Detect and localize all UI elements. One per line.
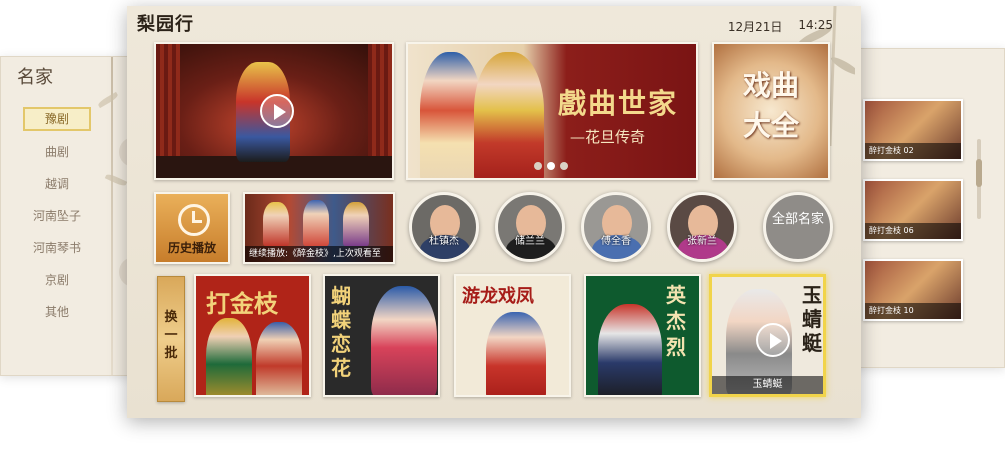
opera-performer-image	[420, 52, 482, 178]
category-item-zhuizi[interactable]: 河南坠子	[23, 203, 91, 235]
drama-title: 蝴蝶恋花	[331, 284, 351, 380]
opera-performer-image	[303, 200, 329, 246]
left-category-panel: 名家 豫剧 曲剧 越调 河南坠子 河南琴书 京剧 其他	[0, 56, 140, 376]
banner-title: 戲曲世家	[558, 87, 679, 120]
drama-tile-yuqingting[interactable]: 玉蜻蜓 玉蜻蜓	[709, 274, 826, 397]
opera-performer-image	[206, 318, 252, 395]
collection-title: 戏曲 大全	[714, 66, 828, 146]
play-icon[interactable]	[260, 94, 294, 128]
opera-performer-image	[474, 52, 544, 178]
carousel-dot[interactable]	[560, 162, 568, 170]
swap-label: 换 一 批	[158, 309, 184, 363]
continue-caption: 继续播放:《醉金枝》,上次观看至	[245, 246, 393, 262]
artist-avatar[interactable]: 杜镇杰	[409, 192, 479, 262]
status-bar: 12月21日 14:25	[728, 18, 833, 35]
drama-title: 玉蜻蜓	[802, 283, 822, 355]
category-item-yuju[interactable]: 豫剧	[23, 107, 91, 131]
artist-name: 傅全香	[601, 236, 631, 247]
category-item-jingju[interactable]: 京剧	[23, 267, 91, 299]
episode-caption: 醉打金枝 02	[865, 143, 961, 159]
app-title: 梨园行	[137, 14, 194, 35]
drama-title: 游龙戏凤	[462, 286, 534, 307]
opera-performer-image	[598, 304, 662, 395]
opera-performer-image	[263, 202, 289, 246]
category-item-quju[interactable]: 曲剧	[23, 139, 91, 171]
leaf-decoration	[96, 91, 120, 109]
artist-name: 张新兰	[687, 236, 717, 247]
episode-thumb[interactable]: 醉打金枝 06	[863, 179, 963, 241]
leaf-decoration	[104, 172, 128, 188]
main-screen: 梨园行 12月21日 14:25 戲曲世家 —花旦传奇 戏曲 大全 历史播放 继…	[127, 6, 861, 418]
collection-title-line: 戏曲	[742, 69, 799, 102]
history-button[interactable]: 历史播放	[154, 192, 230, 264]
drama-tile-dajinzhi[interactable]: 打金枝	[194, 274, 311, 397]
bamboo-decoration	[111, 57, 113, 375]
artist-avatar[interactable]: 张新兰	[667, 192, 737, 262]
artist-name: 杜镇杰	[429, 236, 459, 247]
carousel-indicator	[534, 162, 568, 170]
opera-performer-image	[256, 322, 302, 395]
clock-icon	[178, 204, 210, 236]
featured-video-tile[interactable]	[154, 42, 394, 180]
artist-avatar[interactable]: 傅全香	[581, 192, 651, 262]
drama-tile-youlongxifeng[interactable]: 游龙戏凤	[454, 274, 571, 397]
continue-watching-tile[interactable]: 继续播放:《醉金枝》,上次观看至	[243, 192, 395, 264]
right-episode-panel: 醉打金枝 02 醉打金枝 06 醉打金枝 10	[848, 48, 1005, 368]
history-label: 历史播放	[167, 241, 216, 255]
category-list: 豫剧 曲剧 越调 河南坠子 河南琴书 京剧 其他	[23, 107, 91, 331]
category-item-qinshu[interactable]: 河南琴书	[23, 235, 91, 267]
carousel-dot[interactable]	[534, 162, 542, 170]
episode-caption: 醉打金枝 10	[865, 303, 961, 319]
artist-avatar[interactable]: 储兰兰	[495, 192, 565, 262]
carousel-dot-active[interactable]	[547, 162, 555, 170]
all-artists-button[interactable]: 全部名家	[763, 192, 833, 262]
opera-performer-image	[486, 312, 546, 395]
featured-banner[interactable]: 戲曲世家 —花旦传奇	[406, 42, 698, 180]
swap-char: 批	[164, 346, 178, 361]
episode-caption: 醉打金枝 06	[865, 223, 961, 239]
play-icon[interactable]	[756, 323, 790, 357]
drama-tile-yingjielie[interactable]: 英杰烈	[584, 274, 701, 397]
artist-name: 储兰兰	[515, 236, 545, 247]
swap-char: 换	[164, 310, 178, 325]
drama-title: 打金枝	[206, 289, 278, 318]
drama-caption: 玉蜻蜓	[712, 376, 823, 394]
category-item-other[interactable]: 其他	[23, 299, 91, 331]
opera-performer-image	[343, 202, 369, 246]
episode-thumb[interactable]: 醉打金枝 02	[863, 99, 963, 161]
swap-char: 一	[164, 328, 178, 343]
collection-title-line: 大全	[742, 109, 799, 142]
swap-batch-button[interactable]: 换 一 批	[157, 276, 185, 402]
opera-collection-tile[interactable]: 戏曲 大全	[712, 42, 830, 180]
date-label: 12月21日	[727, 20, 783, 34]
time-label: 14:25	[798, 18, 833, 32]
panel-title: 名家	[17, 67, 53, 88]
drama-title: 英杰烈	[666, 283, 686, 359]
episode-thumb[interactable]: 醉打金枝 10	[863, 259, 963, 321]
drama-tile-hudielianhua[interactable]: 蝴蝶恋花	[323, 274, 440, 397]
category-item-yuediao[interactable]: 越调	[23, 171, 91, 203]
banner-subtitle: —花旦传奇	[570, 128, 646, 146]
opera-performer-image	[371, 286, 437, 395]
scrollbar-thumb[interactable]	[976, 159, 982, 187]
